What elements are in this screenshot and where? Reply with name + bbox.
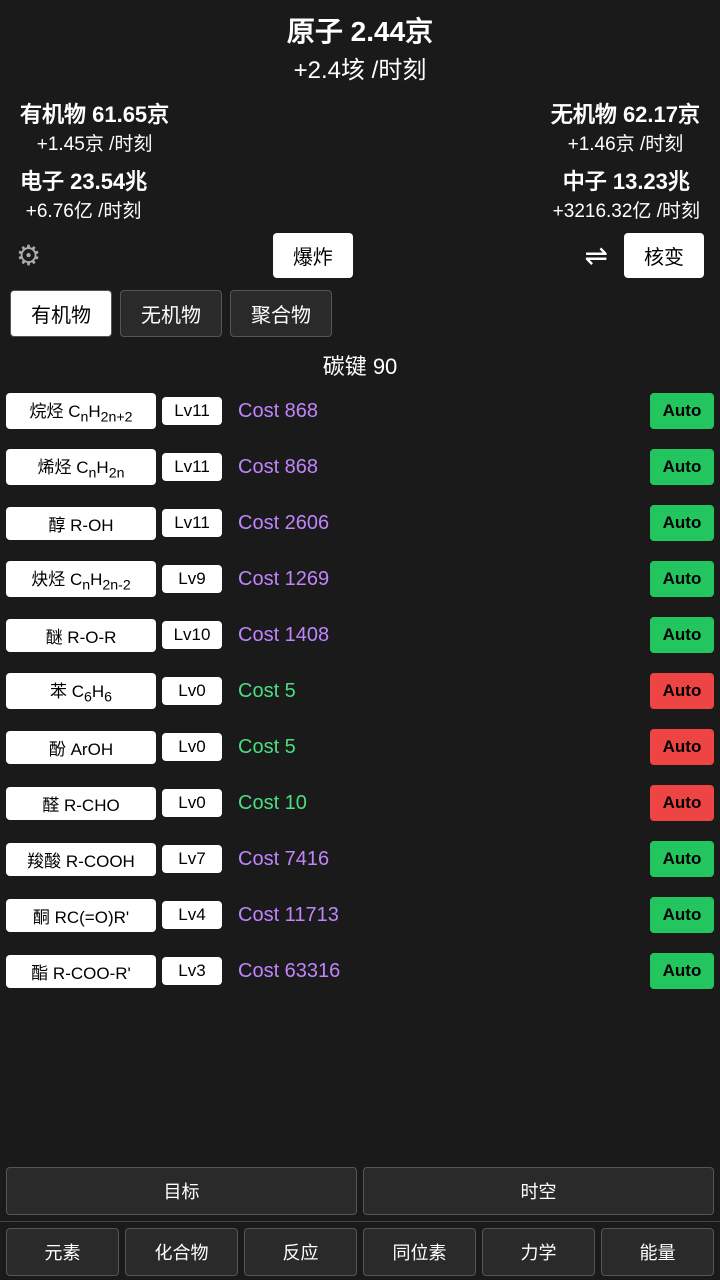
item-cost-benzene: Cost 5	[222, 680, 650, 703]
item-cost-alkane: Cost 868	[222, 400, 650, 423]
item-name-alkane: 烷烃 CnH2n+2	[6, 393, 156, 429]
item-cost-alkene: Cost 868	[222, 456, 650, 479]
explode-button[interactable]: 爆炸	[273, 233, 353, 278]
electron-block: 电子 23.54兆 +6.76亿 /时刻	[20, 164, 147, 223]
item-cost-aldehyde: Cost 10	[222, 792, 650, 815]
nav-compounds[interactable]: 化合物	[125, 1228, 238, 1276]
bottom-row-2: 元素 化合物 反应 同位素 力学 能量	[0, 1224, 720, 1280]
auto-button-alkyne[interactable]: Auto	[650, 561, 714, 597]
neutron-value: 中子 13.23兆	[553, 164, 700, 196]
organic-value: 有机物 61.65京	[20, 97, 169, 129]
table-row: 羧酸 R-COOH Lv7 Cost 7416 Auto	[6, 833, 714, 885]
stats-row-1: 有机物 61.65京 +1.45京 /时刻 无机物 62.17京 +1.46京 …	[0, 93, 720, 160]
item-level-phenol: Lv0	[162, 733, 222, 761]
neutron-rate: +3216.32亿 /时刻	[553, 196, 700, 223]
item-level-carboxylic: Lv7	[162, 845, 222, 873]
atoms-rate: +2.4垓 /时刻	[20, 50, 700, 85]
nav-mechanics[interactable]: 力学	[482, 1228, 595, 1276]
electron-rate: +6.76亿 /时刻	[20, 196, 147, 223]
table-row: 醛 R-CHO Lv0 Cost 10 Auto	[6, 777, 714, 829]
item-level-aldehyde: Lv0	[162, 789, 222, 817]
controls-right: ⇌ 核变	[585, 233, 704, 278]
stats-row-2: 电子 23.54兆 +6.76亿 /时刻 中子 13.23兆 +3216.32亿…	[0, 160, 720, 227]
table-row: 酮 RC(=O)R' Lv4 Cost 11713 Auto	[6, 889, 714, 941]
gear-icon[interactable]: ⚙	[16, 239, 41, 272]
tab-organic[interactable]: 有机物	[10, 290, 112, 337]
item-name-aldehyde: 醛 R-CHO	[6, 787, 156, 820]
table-row: 酯 R-COO-R' Lv3 Cost 63316 Auto	[6, 945, 714, 997]
tab-polymer[interactable]: 聚合物	[230, 290, 332, 337]
table-row: 炔烃 CnH2n-2 Lv9 Cost 1269 Auto	[6, 553, 714, 605]
auto-button-phenol[interactable]: Auto	[650, 729, 714, 765]
bottom-row-1: 目标 时空	[0, 1163, 720, 1219]
item-level-alcohol: Lv11	[162, 509, 222, 537]
atoms-value: 原子 2.44京	[20, 10, 700, 50]
item-name-alkyne: 炔烃 CnH2n-2	[6, 561, 156, 597]
organic-block: 有机物 61.65京 +1.45京 /时刻	[20, 97, 169, 156]
table-row: 苯 C6H6 Lv0 Cost 5 Auto	[6, 665, 714, 717]
item-name-ether: 醚 R-O-R	[6, 619, 156, 652]
inorganic-rate: +1.46京 /时刻	[551, 129, 700, 156]
carbon-bonds-header: 碳键 90	[0, 343, 720, 385]
table-row: 烷烃 CnH2n+2 Lv11 Cost 868 Auto	[6, 385, 714, 437]
table-row: 醚 R-O-R Lv10 Cost 1408 Auto	[6, 609, 714, 661]
item-name-carboxylic: 羧酸 R-COOH	[6, 843, 156, 876]
auto-button-alkene[interactable]: Auto	[650, 449, 714, 485]
item-cost-phenol: Cost 5	[222, 736, 650, 759]
item-name-alcohol: 醇 R-OH	[6, 507, 156, 540]
bottom-nav: 目标 时空 元素 化合物 反应 同位素 力学 能量	[0, 1163, 720, 1280]
nav-target[interactable]: 目标	[6, 1167, 357, 1215]
item-level-ether: Lv10	[162, 621, 222, 649]
item-cost-alkyne: Cost 1269	[222, 568, 650, 591]
item-level-ester: Lv3	[162, 957, 222, 985]
organic-rate: +1.45京 /时刻	[20, 129, 169, 156]
header-section: 原子 2.44京 +2.4垓 /时刻	[0, 0, 720, 93]
nav-energy[interactable]: 能量	[601, 1228, 714, 1276]
inorganic-value: 无机物 62.17京	[551, 97, 700, 129]
table-row: 烯烃 CnH2n Lv11 Cost 868 Auto	[6, 441, 714, 493]
auto-button-ketone[interactable]: Auto	[650, 897, 714, 933]
auto-button-carboxylic[interactable]: Auto	[650, 841, 714, 877]
item-cost-alcohol: Cost 2606	[222, 512, 650, 535]
table-row: 酚 ArOH Lv0 Cost 5 Auto	[6, 721, 714, 773]
nav-spacetime[interactable]: 时空	[363, 1167, 714, 1215]
controls-row: ⚙ 爆炸 ⇌ 核变	[0, 227, 720, 284]
item-name-alkene: 烯烃 CnH2n	[6, 449, 156, 485]
auto-button-aldehyde[interactable]: Auto	[650, 785, 714, 821]
item-cost-ether: Cost 1408	[222, 624, 650, 647]
item-level-ketone: Lv4	[162, 901, 222, 929]
item-cost-ester: Cost 63316	[222, 960, 650, 983]
table-row: 醇 R-OH Lv11 Cost 2606 Auto	[6, 497, 714, 549]
shuffle-icon[interactable]: ⇌	[585, 239, 608, 272]
nav-reactions[interactable]: 反应	[244, 1228, 357, 1276]
item-cost-ketone: Cost 11713	[222, 904, 650, 927]
inorganic-block: 无机物 62.17京 +1.46京 /时刻	[551, 97, 700, 156]
auto-button-alkane[interactable]: Auto	[650, 393, 714, 429]
item-level-benzene: Lv0	[162, 677, 222, 705]
auto-button-benzene[interactable]: Auto	[650, 673, 714, 709]
item-level-alkyne: Lv9	[162, 565, 222, 593]
nuclear-button[interactable]: 核变	[624, 233, 704, 278]
item-name-phenol: 酚 ArOH	[6, 731, 156, 764]
item-name-ketone: 酮 RC(=O)R'	[6, 899, 156, 932]
item-name-ester: 酯 R-COO-R'	[6, 955, 156, 988]
auto-button-ether[interactable]: Auto	[650, 617, 714, 653]
electron-value: 电子 23.54兆	[20, 164, 147, 196]
neutron-block: 中子 13.23兆 +3216.32亿 /时刻	[553, 164, 700, 223]
nav-elements[interactable]: 元素	[6, 1228, 119, 1276]
tab-inorganic[interactable]: 无机物	[120, 290, 222, 337]
item-level-alkene: Lv11	[162, 453, 222, 481]
tab-bar: 有机物 无机物 聚合物	[0, 284, 720, 343]
item-cost-carboxylic: Cost 7416	[222, 848, 650, 871]
auto-button-ester[interactable]: Auto	[650, 953, 714, 989]
item-name-benzene: 苯 C6H6	[6, 673, 156, 709]
auto-button-alcohol[interactable]: Auto	[650, 505, 714, 541]
item-list: 烷烃 CnH2n+2 Lv11 Cost 868 Auto 烯烃 CnH2n L…	[0, 385, 720, 1121]
nav-isotopes[interactable]: 同位素	[363, 1228, 476, 1276]
item-level-alkane: Lv11	[162, 397, 222, 425]
